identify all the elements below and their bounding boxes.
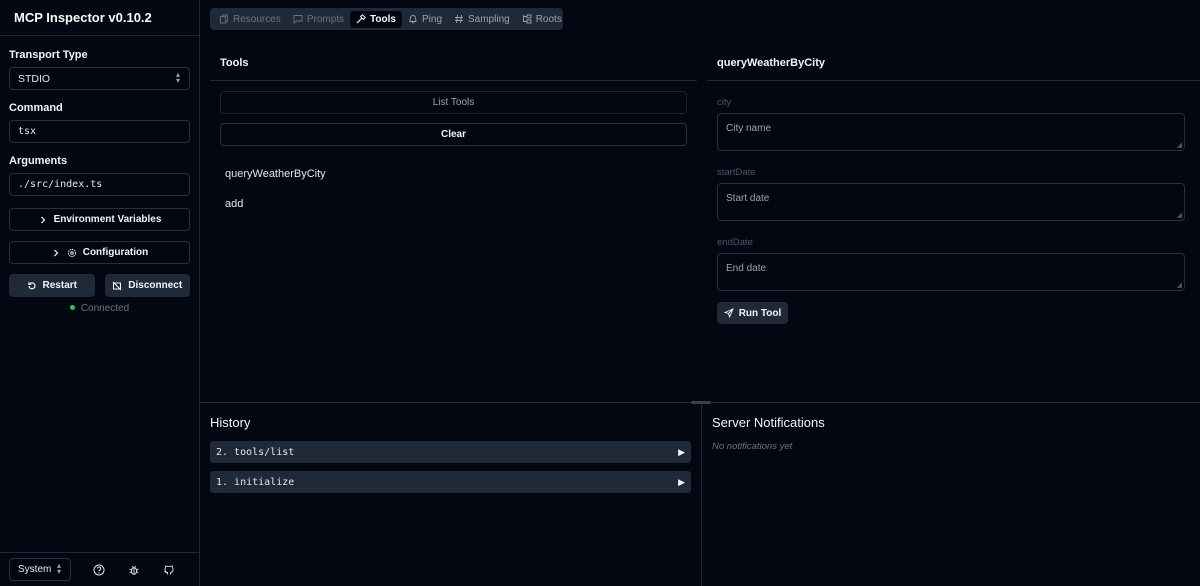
message-square-icon	[293, 15, 303, 24]
resize-handle[interactable]	[691, 401, 711, 404]
transport-type-label: Transport Type	[9, 49, 88, 61]
unplug-icon	[112, 281, 122, 290]
hammer-icon	[356, 14, 366, 24]
no-notifications-text: No notifications yet	[712, 441, 793, 452]
tab-label: Roots	[535, 13, 562, 25]
folder-tree-icon	[522, 14, 532, 24]
bottom-panels: History 2. tools/list ▶ 1. initialize ▶ …	[200, 401, 1200, 586]
command-input[interactable]: tsx	[9, 120, 190, 143]
chevrons-up-down-icon: ▴ ▾	[56, 561, 61, 576]
resize-grip-icon[interactable]: ◢	[1177, 141, 1182, 149]
start-date-input[interactable]: Start date ◢	[717, 183, 1185, 221]
restart-button[interactable]: Restart	[9, 274, 95, 297]
help-circle-icon[interactable]	[92, 563, 106, 577]
arguments-label: Arguments	[9, 155, 68, 167]
tab-label: Prompts	[306, 13, 345, 25]
run-tool-button[interactable]: Run Tool	[717, 302, 788, 324]
chevron-right-icon	[53, 249, 59, 256]
tool-item-add[interactable]: add	[210, 189, 697, 219]
tab-tools[interactable]: Tools	[350, 10, 402, 28]
tab-label: Resources	[233, 13, 281, 25]
hash-icon	[455, 14, 463, 24]
arguments-input[interactable]: ./src/index.ts	[9, 173, 190, 196]
bell-icon	[409, 15, 417, 24]
history-panel: History 2. tools/list ▶ 1. initialize ▶	[200, 403, 702, 586]
history-title: History	[210, 415, 251, 430]
history-item-label: 2. tools/list	[216, 446, 295, 458]
environment-variables-label: Environment Variables	[53, 214, 162, 225]
resize-grip-icon[interactable]: ◢	[1177, 281, 1182, 289]
status-dot-icon	[69, 304, 75, 310]
history-item[interactable]: 2. tools/list ▶	[210, 441, 691, 463]
list-tools-button[interactable]: List Tools	[220, 91, 687, 114]
tab-ping[interactable]: Ping	[402, 11, 448, 28]
transport-type-value: STDIO	[18, 72, 51, 85]
github-icon[interactable]	[162, 563, 176, 577]
sidebar: MCP Inspector v0.10.2 Transport Type STD…	[0, 0, 200, 586]
end-date-input[interactable]: End date ◢	[717, 253, 1185, 291]
command-label: Command	[9, 102, 63, 114]
tool-item-queryweatherbycity[interactable]: queryWeatherByCity	[210, 159, 697, 189]
param-label-city: city	[717, 97, 732, 108]
history-item-label: 1. initialize	[216, 476, 295, 488]
environment-variables-button[interactable]: Environment Variables	[9, 208, 190, 231]
tab-resources[interactable]: Resources	[213, 11, 287, 28]
sidebar-footer: System ▴ ▾	[0, 552, 199, 586]
app: MCP Inspector v0.10.2 Transport Type STD…	[0, 0, 1200, 586]
tab-label: Sampling	[468, 13, 510, 25]
transport-type-select[interactable]: STDIO ▴ ▾	[9, 67, 190, 90]
server-notifications-panel: Server Notifications No notifications ye…	[702, 403, 1200, 586]
theme-value: System	[18, 564, 52, 575]
end-date-placeholder: End date	[726, 263, 767, 274]
start-date-placeholder: Start date	[726, 193, 770, 204]
expand-triangle-icon: ▶	[678, 446, 685, 457]
tab-label: Tools	[370, 13, 396, 25]
tab-roots[interactable]: Roots	[516, 11, 568, 28]
chevrons-up-down-icon: ▴ ▾	[175, 70, 180, 85]
disconnect-button[interactable]: Disconnect	[104, 274, 190, 297]
tab-bar: Resources Prompts Tools Ping Sampling Ro…	[210, 8, 563, 30]
connection-status: Connected	[9, 303, 190, 314]
clear-button[interactable]: Clear	[220, 123, 687, 146]
tools-panel-title: Tools	[210, 45, 697, 81]
param-label-startdate: startDate	[717, 167, 756, 178]
theme-select[interactable]: System ▴ ▾	[9, 558, 71, 581]
disconnect-label: Disconnect	[128, 280, 183, 291]
files-icon	[220, 14, 228, 24]
main-area: Resources Prompts Tools Ping Sampling Ro…	[200, 0, 1200, 586]
tool-detail-title: queryWeatherByCity	[707, 45, 1200, 81]
tool-list: queryWeatherByCity add	[210, 159, 697, 219]
tool-detail-panel: queryWeatherByCity city City name ◢ star…	[707, 45, 1200, 395]
configuration-label: Configuration	[82, 247, 149, 258]
city-input[interactable]: City name ◢	[717, 113, 1185, 151]
tab-sampling[interactable]: Sampling	[448, 11, 516, 28]
rotate-ccw-icon	[27, 281, 36, 289]
tab-label: Ping	[421, 13, 442, 25]
server-notifications-title: Server Notifications	[712, 415, 825, 430]
history-item[interactable]: 1. initialize ▶	[210, 471, 691, 493]
param-label-enddate: endDate	[717, 237, 753, 248]
settings-icon	[67, 248, 76, 257]
run-tool-label: Run Tool	[738, 307, 782, 319]
app-title: MCP Inspector v0.10.2	[0, 0, 199, 36]
tools-panel: Tools List Tools Clear queryWeatherByCit…	[210, 45, 697, 395]
restart-label: Restart	[42, 280, 77, 291]
status-text: Connected	[80, 303, 130, 314]
configuration-button[interactable]: Configuration	[9, 241, 190, 264]
expand-triangle-icon: ▶	[678, 476, 685, 487]
bug-icon[interactable]	[127, 563, 141, 577]
chevron-right-icon	[40, 216, 45, 223]
tab-prompts[interactable]: Prompts	[287, 11, 350, 28]
send-icon	[723, 308, 734, 318]
resize-grip-icon[interactable]: ◢	[1177, 211, 1182, 219]
city-placeholder: City name	[726, 123, 772, 134]
